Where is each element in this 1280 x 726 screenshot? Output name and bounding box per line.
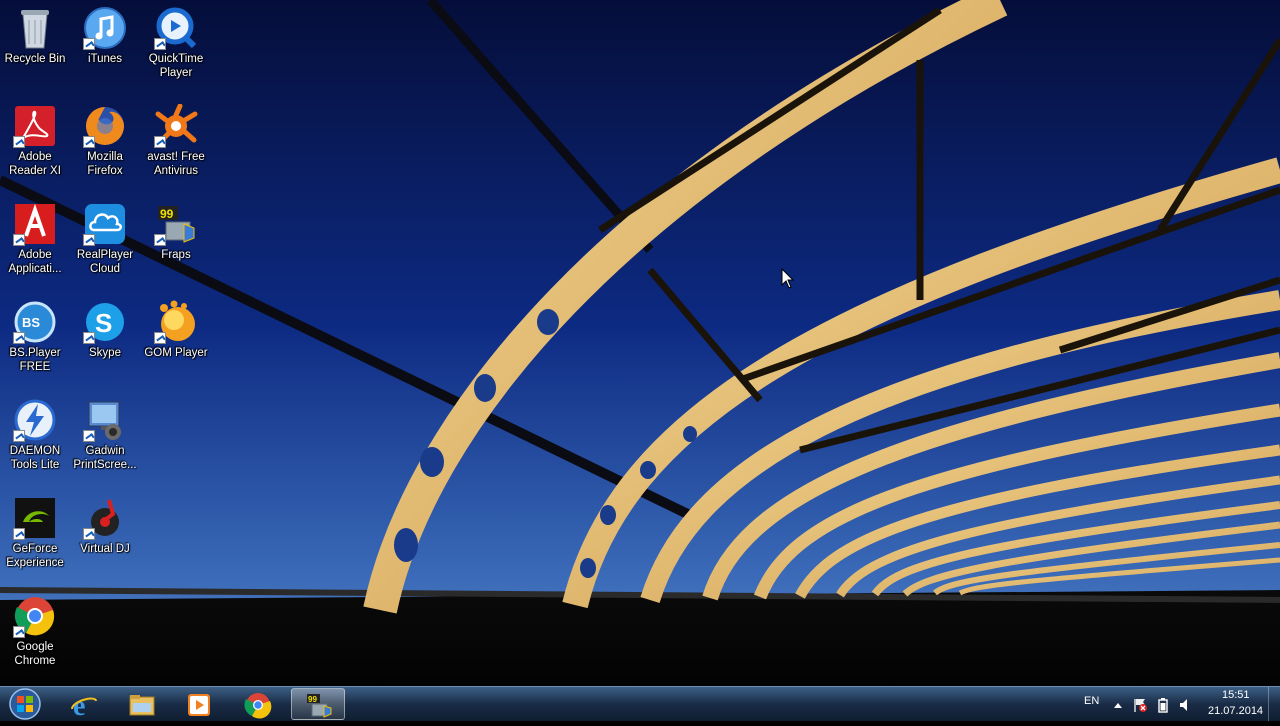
fraps-icon: 99 <box>307 694 332 718</box>
shortcut-arrow-icon <box>154 234 166 246</box>
desktop-icon-daemon-tools[interactable]: DAEMON Tools Lite <box>0 392 70 472</box>
desktop-icon-label: Skype <box>89 347 121 359</box>
desktop-icon-bsplayer[interactable]: BS BS.Player FREE <box>0 294 70 374</box>
virtual-dj-icon <box>83 496 127 540</box>
desktop-icon-label: avast! Free Antivirus <box>147 151 205 177</box>
action-center-flag-icon[interactable] <box>1132 697 1148 713</box>
volume-icon[interactable] <box>1178 697 1194 713</box>
adobe-application-manager-icon <box>13 202 57 246</box>
taskbar-fraps-button[interactable]: 99 <box>291 688 345 720</box>
shortcut-arrow-icon <box>154 136 166 148</box>
show-desktop-button[interactable] <box>1268 687 1280 721</box>
shortcut-arrow-icon <box>13 332 25 344</box>
shortcut-arrow-icon <box>13 528 25 540</box>
desktop-icon-firefox[interactable]: Mozilla Firefox <box>70 98 140 178</box>
desktop-icon-label: Mozilla Firefox <box>87 151 123 177</box>
internet-explorer-icon: e <box>71 691 97 719</box>
desktop-icon-skype[interactable]: S Skype <box>70 294 140 360</box>
shortcut-arrow-icon <box>154 38 166 50</box>
shortcut-arrow-icon <box>83 234 95 246</box>
mouse-pointer-icon <box>781 268 795 289</box>
start-button[interactable] <box>3 687 47 721</box>
desktop-icon-label: Google Chrome <box>14 641 56 667</box>
desktop-icon-label: GOM Player <box>144 347 208 359</box>
svg-text:S: S <box>95 308 112 338</box>
desktop-icon-label: Adobe Applicati... <box>8 249 62 275</box>
shortcut-arrow-icon <box>83 136 95 148</box>
google-chrome-icon <box>244 693 272 719</box>
desktop-icon-label: BS.Player FREE <box>9 347 61 373</box>
gadwin-printscreen-icon <box>83 398 127 442</box>
desktop-icon-adobe-reader[interactable]: Adobe Reader XI <box>0 98 70 178</box>
shortcut-arrow-icon <box>154 332 166 344</box>
bsplayer-icon: BS <box>13 300 57 344</box>
taskbar-google-chrome-button[interactable] <box>231 688 285 720</box>
desktop-icon-label: GeForce Experience <box>6 543 64 569</box>
desktop-icon-realplayer-cloud[interactable]: RealPlayer Cloud <box>70 196 140 276</box>
taskbar-windows-explorer-button[interactable] <box>115 688 169 720</box>
desktop-icon-avast[interactable]: avast! Free Antivirus <box>141 98 211 178</box>
show-hidden-icons-icon[interactable] <box>1110 697 1126 713</box>
daemon-tools-icon <box>13 398 57 442</box>
shortcut-arrow-icon <box>13 626 25 638</box>
battery-icon[interactable] <box>1155 697 1171 713</box>
taskbar-media-player-button[interactable] <box>172 688 226 720</box>
skype-icon: S <box>83 300 127 344</box>
taskbar: e 99 EN 15:51 21.07.2014 <box>0 686 1280 721</box>
desktop-icon-label: Gadwin PrintScree... <box>73 445 137 471</box>
clock-date[interactable]: 21.07.2014 <box>1208 705 1263 717</box>
shortcut-arrow-icon <box>83 528 95 540</box>
desktop-icon-google-chrome[interactable]: Google Chrome <box>0 588 70 668</box>
desktop-icon-geforce-experience[interactable]: GeForce Experience <box>0 490 70 570</box>
media-player-icon <box>188 694 210 716</box>
desktop-icon-gadwin-printscreen[interactable]: Gadwin PrintScree... <box>70 392 140 472</box>
avast-icon <box>154 104 198 148</box>
desktop-icon-label: RealPlayer Cloud <box>76 249 134 275</box>
desktop-icon-quicktime[interactable]: QuickTime Player <box>141 0 211 80</box>
desktop-icon-label: Adobe Reader XI <box>9 151 61 177</box>
shortcut-arrow-icon <box>83 332 95 344</box>
gom-player-icon <box>154 300 198 344</box>
language-indicator[interactable]: EN <box>1084 695 1099 707</box>
shortcut-arrow-icon <box>13 430 25 442</box>
google-chrome-icon <box>13 594 57 638</box>
windows-logo-icon <box>9 688 41 720</box>
desktop-icon-gom-player[interactable]: GOM Player <box>141 294 211 360</box>
quicktime-icon <box>154 6 198 50</box>
geforce-experience-icon <box>13 496 57 540</box>
fraps-icon: 99 <box>154 202 198 246</box>
desktop-icon-label: iTunes <box>87 53 123 65</box>
desktop-icon-fraps[interactable]: 99 Fraps <box>141 196 211 262</box>
svg-text:99: 99 <box>308 695 317 704</box>
shortcut-arrow-icon <box>83 430 95 442</box>
adobe-reader-icon <box>13 104 57 148</box>
realplayer-cloud-icon <box>83 202 127 246</box>
desktop-icon-label: Recycle Bin <box>4 53 66 65</box>
desktop-icon-itunes[interactable]: iTunes <box>70 0 140 66</box>
recycle-bin-icon <box>13 6 57 50</box>
desktop-icon-recycle-bin[interactable]: Recycle Bin <box>0 0 70 66</box>
firefox-icon <box>83 104 127 148</box>
itunes-icon <box>83 6 127 50</box>
svg-text:99: 99 <box>160 207 174 221</box>
svg-text:BS: BS <box>22 315 40 330</box>
desktop-icon-label: Fraps <box>161 249 191 261</box>
shortcut-arrow-icon <box>13 136 25 148</box>
desktop-icon-label: DAEMON Tools Lite <box>9 445 61 471</box>
shortcut-arrow-icon <box>83 38 95 50</box>
desktop-icon-adobe-application-manager[interactable]: Adobe Applicati... <box>0 196 70 276</box>
desktop-icon-virtual-dj[interactable]: Virtual DJ <box>70 490 140 556</box>
desktop-icon-label: Virtual DJ <box>80 543 130 555</box>
taskbar-internet-explorer-button[interactable]: e <box>57 688 111 720</box>
shortcut-arrow-icon <box>13 234 25 246</box>
windows-explorer-icon <box>129 695 155 716</box>
clock-time[interactable]: 15:51 <box>1222 689 1250 701</box>
desktop-icon-label: QuickTime Player <box>148 53 204 79</box>
